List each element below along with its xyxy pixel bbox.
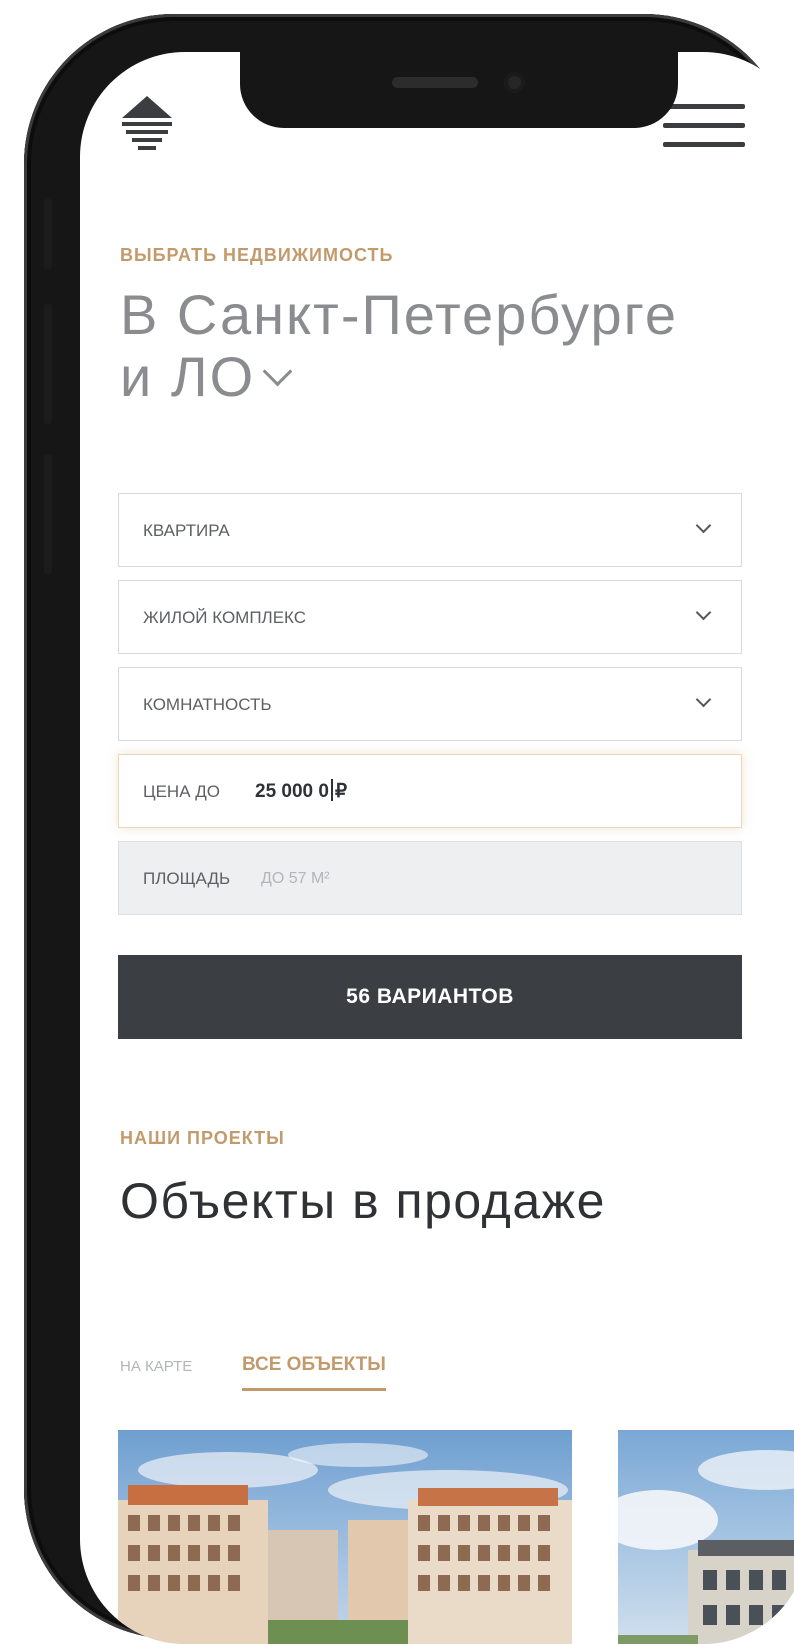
volume-up-button <box>44 304 52 424</box>
price-value-text: 25 000 0 <box>255 781 329 802</box>
phone-frame: ВЫБРАТЬ НЕДВИЖИМОСТЬ В Санкт-Петербурге … <box>24 14 794 1644</box>
logo-icon[interactable] <box>120 96 174 154</box>
tab-all-objects[interactable]: ВСЕ ОБЪЕКТЫ <box>242 1354 386 1391</box>
projects-eyebrow: НАШИ ПРОЕКТЫ <box>120 1128 285 1148</box>
rooms-select[interactable]: КОМНАТНОСТЬ <box>118 667 742 741</box>
menu-icon[interactable] <box>663 104 745 148</box>
residential-complex-select[interactable]: ЖИЛОЙ КОМПЛЕКС <box>118 580 742 654</box>
menu-icon-bar <box>663 142 745 147</box>
currency-sign: ₽ <box>334 781 348 802</box>
project-card-image[interactable] <box>618 1430 794 1644</box>
property-type-label: КВАРТИРА <box>143 521 230 540</box>
area-input[interactable]: ПЛОЩАДЬ ДО 57 М² <box>118 841 742 915</box>
chevron-down-icon <box>262 356 293 387</box>
hero-eyebrow: ВЫБРАТЬ НЕДВИЖИМОСТЬ <box>120 245 394 265</box>
project-card-image[interactable] <box>118 1430 572 1644</box>
area-label: ПЛОЩАДЬ <box>143 869 231 888</box>
menu-icon-bar <box>663 123 745 128</box>
area-placeholder: ДО 57 М² <box>261 870 330 887</box>
show-results-button[interactable]: 56 ВАРИАНТОВ <box>118 955 742 1039</box>
phone-screen: ВЫБРАТЬ НЕДВИЖИМОСТЬ В Санкт-Петербурге … <box>80 52 794 1644</box>
text-cursor <box>330 778 333 801</box>
chevron-down-icon <box>695 604 712 621</box>
city-title-line-1: В Санкт-Петербурге <box>120 283 679 346</box>
mute-switch <box>44 199 52 269</box>
price-value: 25 000 0 ₽ <box>255 778 348 803</box>
residential-complex-label: ЖИЛОЙ КОМПЛЕКС <box>143 608 307 627</box>
speaker <box>392 77 478 88</box>
notch <box>240 52 678 128</box>
volume-down-button <box>44 454 52 574</box>
chevron-down-icon <box>695 517 712 534</box>
price-label: ЦЕНА ДО <box>143 782 220 801</box>
front-camera <box>504 72 525 93</box>
menu-icon-bar <box>663 104 745 109</box>
building-photo <box>118 1430 572 1644</box>
price-input[interactable]: ЦЕНА ДО 25 000 0 ₽ <box>118 754 742 828</box>
city-selector[interactable]: В Санкт-Петербурге и ЛО <box>120 284 780 408</box>
tab-on-map[interactable]: НА КАРТЕ <box>120 1358 192 1375</box>
rooms-label: КОМНАТНОСТЬ <box>143 695 272 714</box>
property-type-select[interactable]: КВАРТИРА <box>118 493 742 567</box>
projects-title: Объекты в продаже <box>120 1173 606 1229</box>
chevron-down-icon <box>695 691 712 708</box>
city-title-line-2: и ЛО <box>120 345 256 408</box>
building-photo <box>618 1430 794 1644</box>
